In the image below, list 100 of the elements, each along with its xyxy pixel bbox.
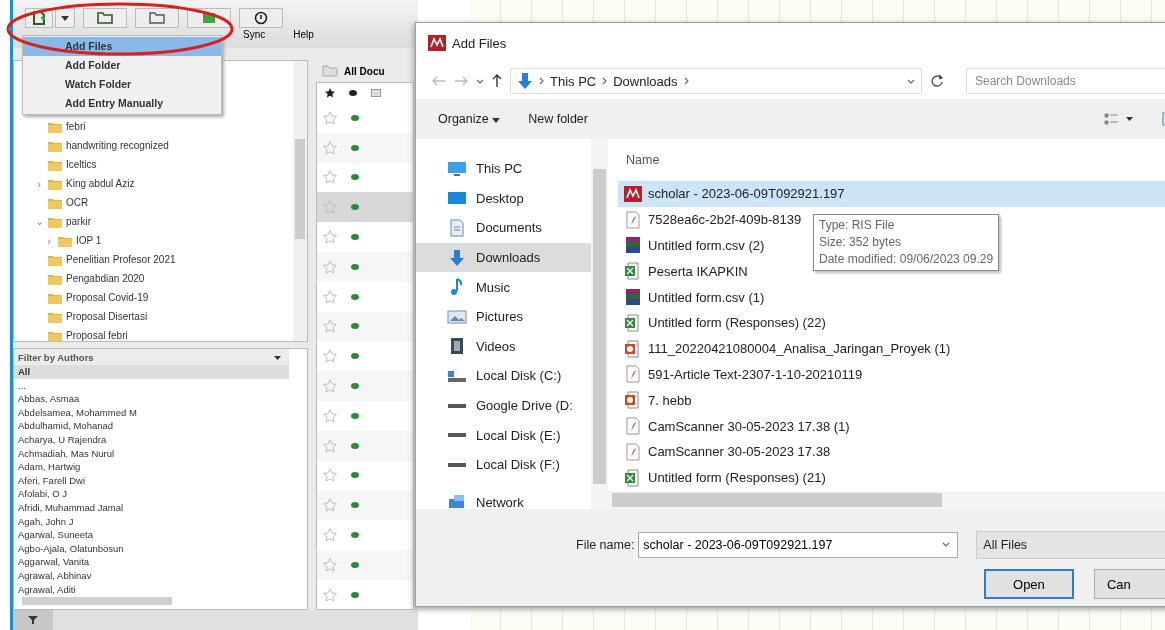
folder-item[interactable]: King abdul Aziz xyxy=(66,178,135,189)
new-folder-button[interactable]: New folder xyxy=(528,112,588,126)
file-name-field[interactable]: scholar - 2023-06-09T092921.197 xyxy=(638,532,959,558)
menu-item[interactable]: Watch Folder xyxy=(23,75,221,94)
file-row[interactable]: 111_20220421080004_Analisa_Jaringan_Proyek (1) xyxy=(618,335,955,362)
author-item[interactable]: Agrawal, Aditi xyxy=(14,582,289,597)
author-item[interactable]: ... xyxy=(14,378,289,393)
star-icon[interactable] xyxy=(323,110,337,125)
file-row[interactable]: 591-Article Text-2307-1-10-20210119 xyxy=(618,361,867,388)
caret-icon[interactable] xyxy=(907,78,915,84)
star-icon[interactable] xyxy=(323,408,337,423)
caret-icon[interactable] xyxy=(942,542,951,547)
scrollbar[interactable] xyxy=(22,597,172,605)
author-item[interactable]: Agbo-Ajala, Olatunbosun xyxy=(14,541,289,556)
folder-item[interactable]: OCR xyxy=(66,197,89,208)
author-item[interactable]: Abbas, Asmaa xyxy=(14,392,289,406)
nav-item[interactable]: Desktop xyxy=(416,183,591,214)
author-item[interactable]: Afolabi, O J xyxy=(14,487,289,501)
file-row[interactable]: Untitled form (Responses) (22) xyxy=(618,310,830,336)
folder-item[interactable]: Proposal febri xyxy=(66,330,128,341)
breadcrumb[interactable]: Downloads xyxy=(613,73,678,89)
cancel-button[interactable]: Can xyxy=(1093,569,1165,599)
folder-item[interactable]: parkir xyxy=(66,216,91,227)
folder-button[interactable] xyxy=(135,8,179,28)
refresh-icon[interactable] xyxy=(930,74,944,88)
author-item[interactable]: Aggarwal, Vanita xyxy=(14,555,289,569)
caret-icon[interactable] xyxy=(274,355,281,360)
breadcrumb[interactable]: This PC xyxy=(550,73,597,89)
caret-icon[interactable] xyxy=(476,78,484,84)
folder-item[interactable]: Penelitian Profesor 2021 xyxy=(66,254,176,265)
dropdown-button[interactable] xyxy=(55,8,75,28)
nav-item[interactable]: Google Drive (D: xyxy=(416,390,591,421)
nav-item[interactable]: Local Disk (F:) xyxy=(416,449,591,480)
up-icon[interactable] xyxy=(492,74,502,88)
star-icon[interactable] xyxy=(323,498,337,513)
document-row[interactable] xyxy=(317,430,413,461)
file-row[interactable]: scholar - 2023-06-09T092921.197 xyxy=(618,181,1165,207)
star-icon[interactable] xyxy=(323,349,337,364)
star-icon[interactable] xyxy=(323,200,337,215)
help-button[interactable] xyxy=(239,8,283,28)
star-icon[interactable] xyxy=(323,289,337,304)
document-row[interactable] xyxy=(317,549,413,580)
document-row[interactable] xyxy=(317,132,413,163)
forward-icon[interactable] xyxy=(454,76,468,86)
file-row[interactable]: Untitled form.csv (2) xyxy=(618,232,769,259)
file-row[interactable]: CamScanner 30-05-2023 17.38 xyxy=(618,438,835,465)
star-icon[interactable] xyxy=(323,528,337,543)
column-header[interactable]: Name xyxy=(618,139,1165,181)
organize-button[interactable]: Organize xyxy=(438,112,501,126)
nav-item[interactable]: This PC xyxy=(416,154,591,184)
document-row[interactable] xyxy=(317,252,413,282)
file-row[interactable]: Peserta IKAPKIN xyxy=(618,258,752,285)
folder-item[interactable]: handwriting recognized xyxy=(66,140,169,151)
star-icon[interactable] xyxy=(323,170,337,185)
author-item[interactable]: Aferi, Farell Dwi xyxy=(14,473,289,488)
author-item[interactable]: Achmadiah, Mas Nurul xyxy=(14,446,289,461)
back-icon[interactable] xyxy=(432,76,446,86)
author-item[interactable]: Agrawal, Abhinav xyxy=(14,568,289,583)
search-field[interactable]: Search Downloads xyxy=(966,68,1165,94)
folder-item[interactable]: Proposal Covid-19 xyxy=(66,292,149,303)
author-item[interactable]: All xyxy=(14,365,289,379)
folder-item[interactable]: febri xyxy=(66,121,86,132)
menu-item[interactable]: Add Folder xyxy=(23,56,221,75)
file-row[interactable]: Untitled form.csv (1) xyxy=(618,284,769,310)
star-icon[interactable] xyxy=(323,557,337,572)
folder-item[interactable]: IOP 1 xyxy=(76,235,102,246)
folder-item[interactable]: Proposal Disertasi xyxy=(66,311,148,322)
file-type-dropdown[interactable]: All Files xyxy=(976,531,1165,559)
add-folder-button[interactable] xyxy=(83,8,127,28)
author-item[interactable]: Acharya, U Rajendra xyxy=(14,432,289,447)
scrollbar[interactable] xyxy=(293,61,307,341)
star-icon[interactable] xyxy=(323,379,337,394)
expand-toggle[interactable]: › xyxy=(44,234,54,247)
author-item[interactable]: Adam, Hartwig xyxy=(14,460,289,474)
filter-button[interactable] xyxy=(13,610,53,630)
author-item[interactable]: Agah, John J xyxy=(14,514,289,529)
expand-toggle[interactable]: › xyxy=(34,177,44,190)
document-row[interactable] xyxy=(317,490,413,521)
nav-item[interactable]: Local Disk (C:) xyxy=(416,361,591,391)
star-icon[interactable] xyxy=(323,587,337,602)
scrollbar[interactable] xyxy=(608,491,1165,509)
scrollbar[interactable] xyxy=(591,139,608,509)
star-icon[interactable] xyxy=(323,259,337,274)
author-item[interactable]: Agarwal, Suneeta xyxy=(14,528,289,542)
nav-item[interactable]: Documents xyxy=(416,213,591,243)
view-icon[interactable] xyxy=(1104,113,1134,125)
open-button[interactable]: Open xyxy=(984,569,1074,599)
nav-item[interactable]: Network xyxy=(416,487,591,518)
nav-item[interactable]: Videos xyxy=(416,331,591,362)
nav-item[interactable]: Downloads xyxy=(416,242,591,273)
star-icon[interactable] xyxy=(323,468,337,483)
document-row[interactable] xyxy=(317,311,413,342)
nav-item[interactable]: Pictures xyxy=(416,301,591,332)
nav-item[interactable]: Local Disk (E:) xyxy=(416,420,591,450)
folder-item[interactable]: Pengabdian 2020 xyxy=(66,273,145,284)
file-row[interactable]: 7528ea6c-2b2f-409b-8139 xyxy=(618,206,806,233)
expand-toggle[interactable]: ⌄ xyxy=(34,215,44,228)
nav-item[interactable]: Music xyxy=(416,272,591,302)
file-row[interactable]: 7. hebb xyxy=(618,387,696,414)
file-row[interactable]: CamScanner 30-05-2023 17.38 (1) xyxy=(618,413,854,439)
